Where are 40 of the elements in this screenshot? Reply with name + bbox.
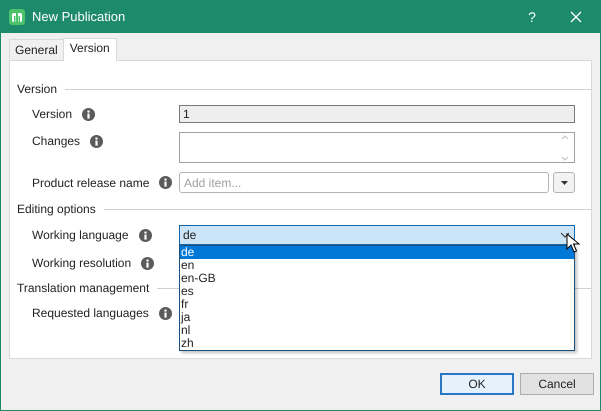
app-logo-icon — [9, 8, 25, 24]
section-title: Translation management — [17, 281, 150, 295]
info-icon[interactable] — [141, 256, 154, 270]
field-label: Version — [32, 107, 72, 121]
window-title: New Publication — [32, 9, 126, 24]
section-title: Editing options — [17, 202, 96, 216]
field-label: Working language — [32, 228, 129, 242]
language-option[interactable]: nl — [180, 324, 574, 337]
tab[interactable]: Version — [62, 38, 117, 61]
dropdown-button[interactable] — [553, 172, 575, 193]
language-option[interactable]: en — [180, 259, 574, 272]
language-option[interactable]: zh — [180, 337, 574, 350]
info-icon[interactable] — [158, 306, 172, 320]
info-icon[interactable] — [159, 176, 172, 189]
section-title: Version — [17, 82, 58, 96]
chevron-icon — [560, 232, 570, 238]
info-icon[interactable] — [82, 108, 96, 120]
language-option[interactable]: en-GB — [180, 272, 574, 285]
version-field: 1 — [179, 105, 575, 123]
language-combo[interactable]: de — [179, 225, 575, 245]
mouse-cursor-icon — [566, 233, 581, 254]
field-label: Changes — [32, 134, 80, 148]
close-icon[interactable] — [570, 10, 582, 22]
caret-icon — [560, 180, 568, 184]
language-list[interactable]: de en en-GB es fr ja nl zh — [179, 245, 575, 351]
language-option[interactable]: de — [180, 246, 574, 259]
language-option[interactable]: es — [180, 285, 574, 298]
add-item-field[interactable]: Add item... — [179, 172, 549, 193]
tab[interactable]: General — [9, 39, 64, 60]
field-label: Product release name — [32, 176, 150, 190]
language-option[interactable]: fr — [180, 298, 574, 311]
dialog-button[interactable]: OK — [440, 372, 514, 394]
language-option[interactable]: ja — [180, 311, 574, 324]
info-icon[interactable] — [90, 134, 104, 148]
help-button[interactable]: ? — [510, 0, 554, 33]
info-icon[interactable] — [138, 228, 152, 242]
dialog-button[interactable]: Cancel — [520, 372, 594, 394]
field-label: Working resolution — [32, 256, 132, 270]
field-label: Requested languages — [32, 306, 149, 320]
changes-field[interactable] — [179, 132, 575, 163]
